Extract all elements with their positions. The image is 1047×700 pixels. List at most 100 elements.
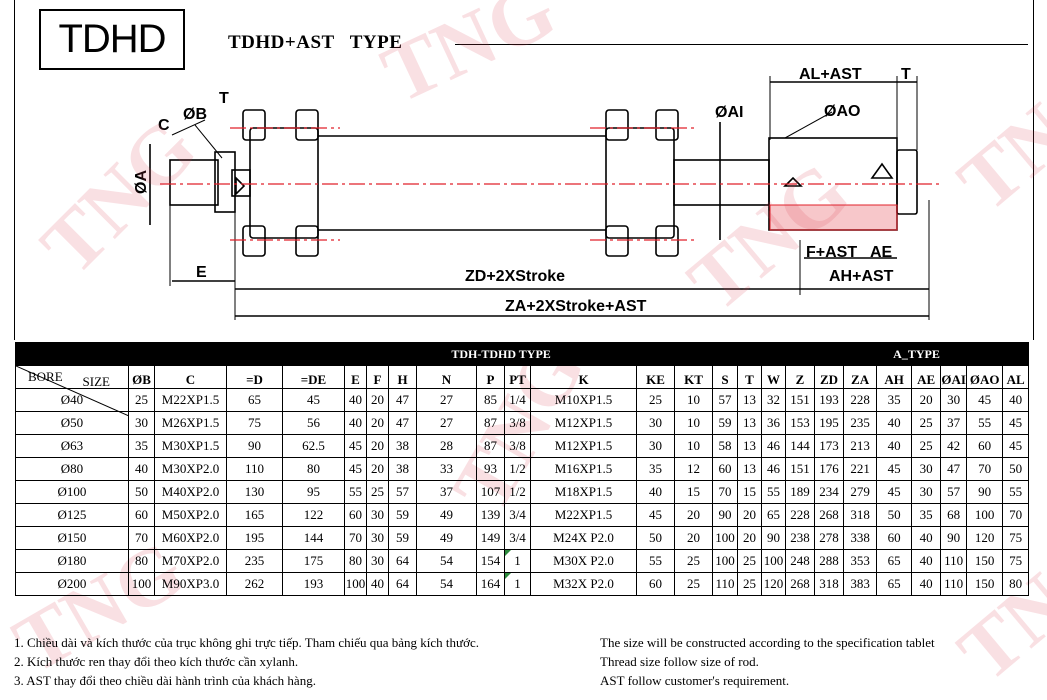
note-en-3: AST follow customer's requirement. — [600, 673, 790, 688]
column-header: T — [737, 365, 762, 389]
table-cell: 80 — [1002, 572, 1030, 596]
table-cell: 35 — [911, 503, 942, 527]
table-cell: 30 — [911, 457, 942, 481]
table-cell: 139 — [476, 503, 505, 527]
table-cell: 35 — [128, 434, 155, 458]
table-cell: 60 — [966, 434, 1004, 458]
table-cell: 25 — [674, 549, 713, 573]
table-cell: 38 — [388, 457, 417, 481]
table-cell: 3/4 — [504, 526, 531, 550]
label-zd: ZD+2XStroke — [465, 268, 566, 285]
table-row: Ø100 50 M40XP2.0 130 95 55 25 57 37 107 1/2 M18XP1.… — [15, 480, 1030, 504]
table-cell: 40 — [876, 411, 913, 435]
note-vi-3: 3. AST thay đổi theo chiều dài hành trìn… — [14, 673, 316, 688]
table-cell: 47 — [940, 457, 968, 481]
table-cell: 75 — [1002, 549, 1030, 573]
table-cell: 13 — [737, 434, 762, 458]
table-row: Ø50 30 M26XP1.5 75 56 40 20 47 27 87 3/8 M12XP1.5 30… — [15, 411, 1030, 435]
table-cell: 338 — [842, 526, 878, 550]
table-cell: 80 — [282, 457, 345, 481]
table-cell: 45 — [636, 503, 675, 527]
table-cell: 80 — [128, 549, 155, 573]
tierod-nut-bottom-left2 — [295, 225, 319, 257]
table-row: Ø200 100 M90XP3.0 262 193 100 40 64 54 164 1 M32X P… — [15, 572, 1030, 596]
table-cell: M10XP1.5 — [530, 388, 637, 412]
table-cell: 60 — [712, 457, 738, 481]
table-right-title: A_TYPE — [876, 342, 1030, 366]
table-cell: 55 — [344, 480, 367, 504]
table-cell: 10 — [674, 434, 713, 458]
table-cell: 75 — [226, 411, 283, 435]
table-cell: 45 — [344, 434, 367, 458]
notes-english: The size will be constructed according t… — [600, 633, 935, 690]
table-cell: 45 — [344, 457, 367, 481]
rear-rod — [673, 159, 770, 206]
table-cell: 30 — [366, 503, 389, 527]
note-vi-1: 1. Chiều dài và kích thước của trục khôn… — [14, 635, 479, 650]
column-header: ØAO — [966, 365, 1004, 389]
table-cell: 38 — [388, 434, 417, 458]
table-cell: 56 — [282, 411, 345, 435]
table-cell: 353 — [842, 549, 878, 573]
bore-cell: Ø100 — [15, 480, 129, 504]
table-cell: 30 — [128, 411, 155, 435]
table-cell: 65 — [876, 572, 913, 596]
table-cell: 90 — [966, 480, 1004, 504]
table-cell: 268 — [814, 503, 844, 527]
table-cell: M90XP3.0 — [154, 572, 227, 596]
table-cell: 213 — [842, 434, 878, 458]
rod-thread-end — [169, 159, 219, 206]
table-cell: 235 — [226, 549, 283, 573]
table-cell: 100 — [966, 503, 1004, 527]
table-row: Ø125 60 M50XP2.0 165 122 60 30 59 49 139 3/4 M22XP1… — [15, 503, 1030, 527]
table-cell: 54 — [416, 549, 477, 573]
table-cell: M18XP1.5 — [530, 480, 637, 504]
table-cell: M30XP2.0 — [154, 457, 227, 481]
table-cell: M26XP1.5 — [154, 411, 227, 435]
table-row: Ø80 40 M30XP2.0 110 80 45 20 38 33 93 1/2 M16XP1.5 3… — [15, 457, 1030, 481]
table-cell: 57 — [940, 480, 968, 504]
note-en-2: Thread size follow size of rod. — [600, 654, 759, 669]
column-header: =D — [226, 365, 283, 389]
table-cell: 28 — [416, 434, 477, 458]
column-header: Z — [785, 365, 815, 389]
table-cell: 27 — [416, 411, 477, 435]
table-cell: 40 — [1002, 388, 1030, 412]
table-cell: M24X P2.0 — [530, 526, 637, 550]
table-cell: 164 — [476, 572, 505, 596]
table-cell: 100 — [128, 572, 155, 596]
table-cell: 110 — [226, 457, 283, 481]
rod-wiper-mark — [235, 176, 246, 196]
label-t-right: T — [901, 66, 911, 83]
table-cell: 40 — [911, 526, 942, 550]
table-cell: 40 — [344, 411, 367, 435]
table-cell: 45 — [876, 480, 913, 504]
table-cell: 122 — [282, 503, 345, 527]
table-cell: 70 — [344, 526, 367, 550]
label-oa: ØA — [133, 170, 150, 194]
table-cell: 30 — [366, 549, 389, 573]
table-cell: 107 — [476, 480, 505, 504]
table-cell: 234 — [814, 480, 844, 504]
table-cell: 13 — [737, 411, 762, 435]
table-cell: 1/2 — [504, 480, 531, 504]
table-cell: 55 — [761, 480, 786, 504]
column-header: E — [344, 365, 367, 389]
column-header: KT — [674, 365, 713, 389]
table-cell: 45 — [966, 388, 1004, 412]
table-cell: 10 — [674, 388, 713, 412]
table-cell: 32 — [761, 388, 786, 412]
table-cell: 193 — [814, 388, 844, 412]
table-cell: 27 — [416, 388, 477, 412]
table-cell: 153 — [785, 411, 815, 435]
table-cell: 55 — [1002, 480, 1030, 504]
table-cell: 49 — [416, 526, 477, 550]
table-cell: 1/2 — [504, 457, 531, 481]
bore-cell: Ø200 — [15, 572, 129, 596]
column-header: =DE — [282, 365, 345, 389]
table-cell: 70 — [712, 480, 738, 504]
table-cell: 3/4 — [504, 503, 531, 527]
column-header: W — [761, 365, 786, 389]
table-cell: 65 — [226, 388, 283, 412]
table-cell: 25 — [911, 434, 942, 458]
